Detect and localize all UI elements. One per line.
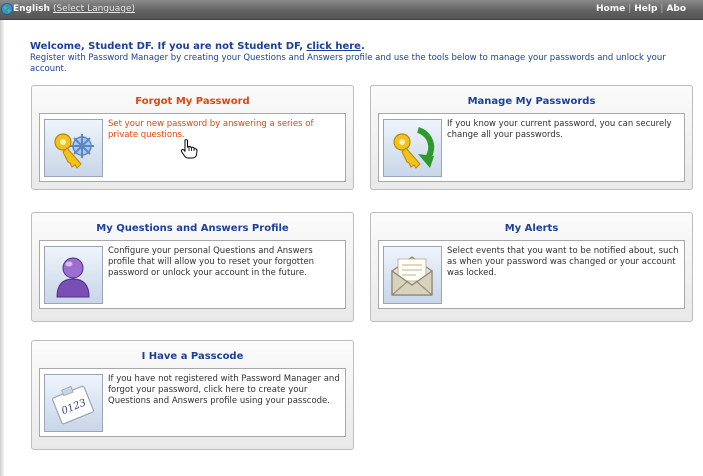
nav-separator: | <box>660 4 664 14</box>
intro-text: Register with Password Manager by creati… <box>30 53 666 74</box>
card-description[interactable]: Configure your personal Questions and An… <box>108 246 341 279</box>
card-body[interactable]: 0123 If you have not registered with Pas… <box>39 368 346 437</box>
card-title[interactable]: My Questions and Answers Profile <box>32 223 353 234</box>
card-description[interactable]: If you have not registered with Password… <box>108 374 341 407</box>
nav-separator: | <box>628 4 632 14</box>
user-profile-icon <box>44 246 103 304</box>
welcome-heading: Welcome, Student DF. If you are not Stud… <box>30 41 365 52</box>
about-link[interactable]: Abo <box>666 4 686 14</box>
not-me-link[interactable]: click here <box>307 41 361 52</box>
card-title[interactable]: Manage My Passwords <box>371 96 692 107</box>
card-title[interactable]: I Have a Passcode <box>32 351 353 362</box>
card-manage-passwords[interactable]: Manage My Passwords If you know your cur… <box>370 85 693 190</box>
key-refresh-icon <box>383 119 442 177</box>
passcode-note-icon: 0123 <box>44 374 103 432</box>
card-qa-profile[interactable]: My Questions and Answers Profile Configu… <box>31 212 354 322</box>
hand-cursor-icon <box>180 139 198 159</box>
language-selector: English (Select Language) <box>13 4 135 14</box>
help-link[interactable]: Help <box>634 4 657 14</box>
welcome-period: . <box>360 41 365 52</box>
card-body[interactable]: Configure your personal Questions and An… <box>39 240 346 309</box>
card-title[interactable]: Forgot My Password <box>32 96 353 107</box>
window-left-edge <box>0 0 4 476</box>
card-forgot-password[interactable]: Forgot My Password Set your new password… <box>31 85 354 190</box>
current-language: English <box>13 4 50 14</box>
welcome-text: Welcome, Student DF. If you are not Stud… <box>30 41 304 52</box>
card-description[interactable]: If you know your current password, you c… <box>447 119 680 141</box>
card-description[interactable]: Set your new password by answering a ser… <box>108 119 341 141</box>
home-link[interactable]: Home <box>596 4 625 14</box>
top-bar: English (Select Language) Home | Help | Abo <box>0 0 703 20</box>
globe-icon <box>1 3 13 15</box>
envelope-icon <box>383 246 442 304</box>
card-description[interactable]: Select events that you want to be notifi… <box>447 246 680 279</box>
card-title[interactable]: My Alerts <box>371 223 692 234</box>
card-passcode[interactable]: I Have a Passcode 0123 If you have not r… <box>31 340 354 450</box>
keys-icon <box>44 119 103 177</box>
card-alerts[interactable]: My Alerts Select events that you want to… <box>370 212 693 322</box>
card-body[interactable]: If you know your current password, you c… <box>378 113 685 182</box>
select-language-link[interactable]: (Select Language) <box>53 4 135 14</box>
card-body[interactable]: Select events that you want to be notifi… <box>378 240 685 309</box>
top-nav: Home | Help | Abo <box>596 4 686 14</box>
